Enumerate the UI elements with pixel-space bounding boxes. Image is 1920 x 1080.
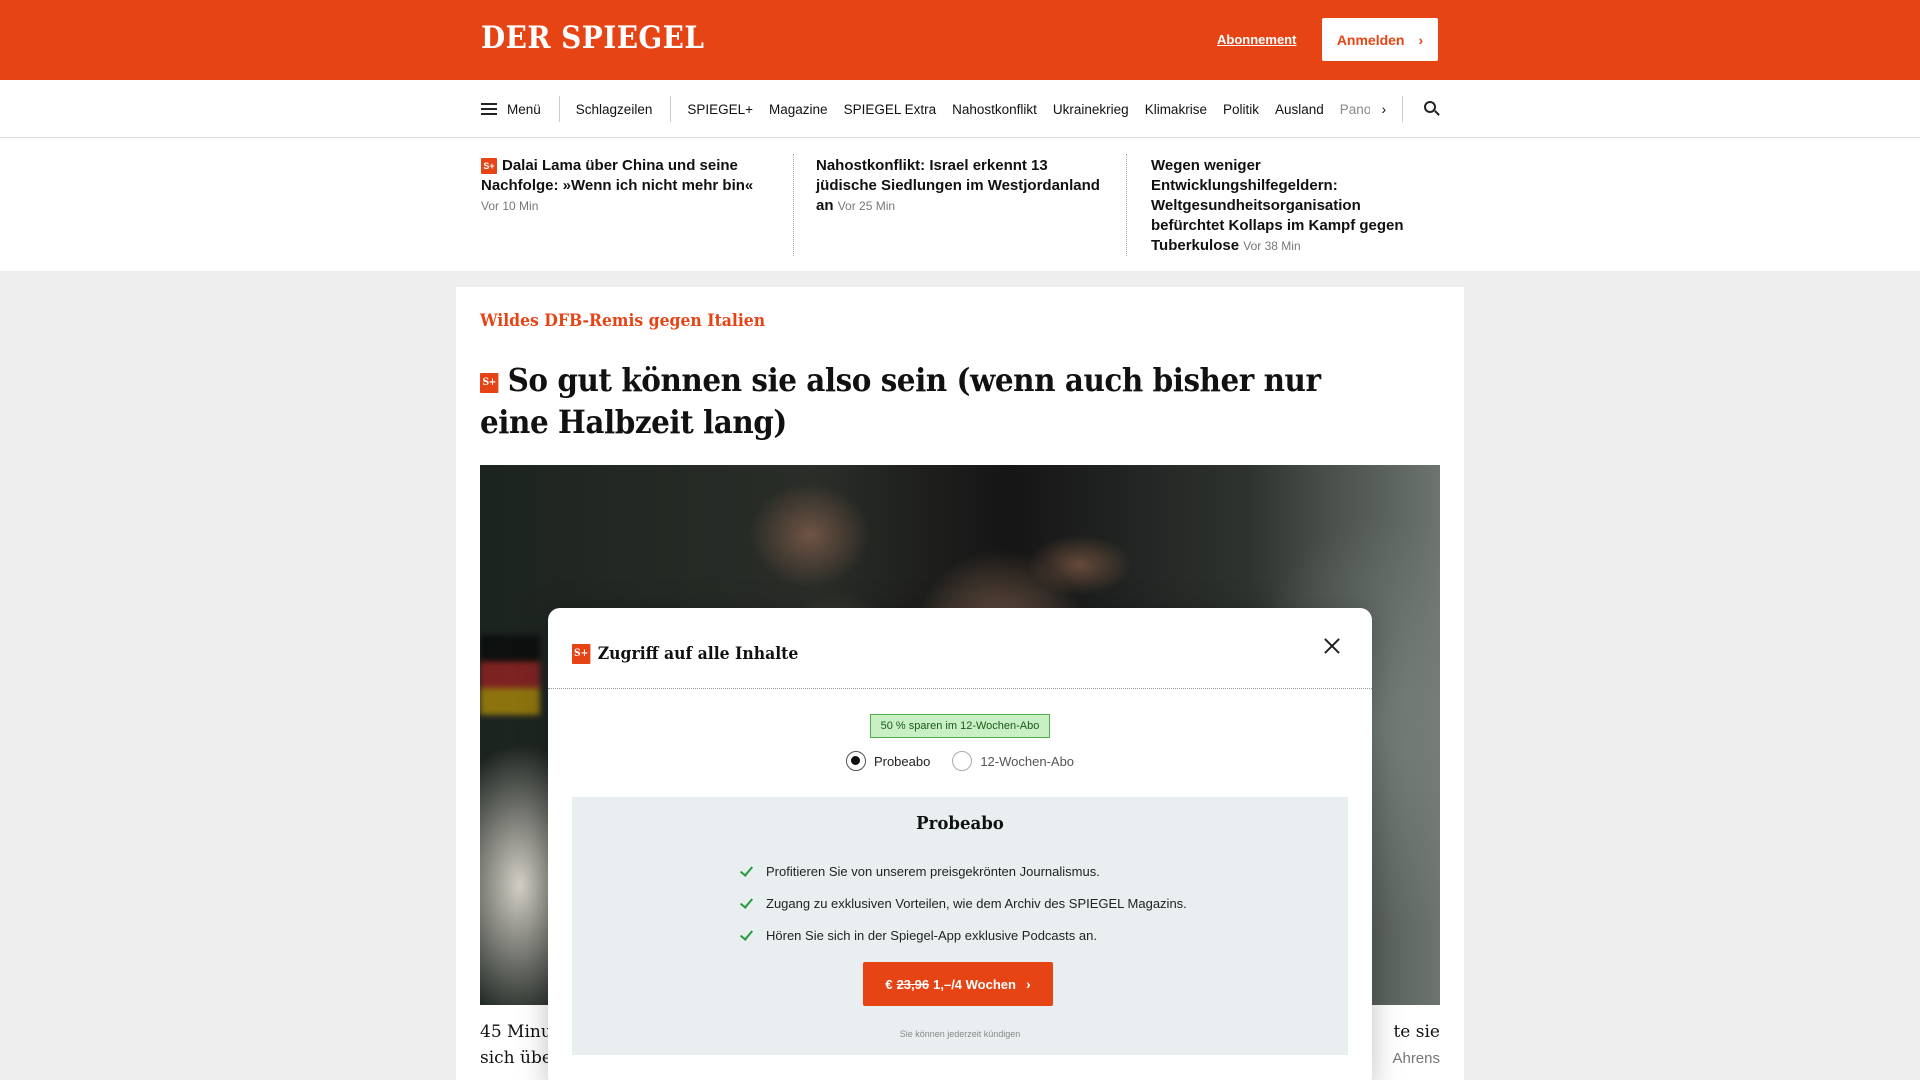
main-nav: Menü Schlagzeilen SPIEGEL+ Magazine SPIE… bbox=[0, 80, 1920, 138]
cta-old-price: 23,96 bbox=[896, 976, 930, 992]
nav-item-spiegel-plus[interactable]: SPIEGEL+ bbox=[679, 102, 761, 117]
nav-item-politik[interactable]: Politik bbox=[1215, 102, 1267, 117]
teaser-line: te sie bbox=[1393, 1022, 1440, 1042]
cancel-note: Sie können jederzeit kündigen bbox=[899, 1029, 1021, 1039]
headline-text: So gut können sie also sein (wenn auch b… bbox=[480, 361, 1321, 441]
ticker-time: Vor 38 Min bbox=[1243, 239, 1301, 253]
radio-button-icon bbox=[845, 751, 866, 771]
ticker-item[interactable]: S+ Dalai Lama über China und seine Nachfo… bbox=[481, 156, 781, 216]
benefit-text: Profitieren Sie von unserem preisgekrönt… bbox=[766, 863, 1100, 879]
paywall-modal: S+ Zugriff auf alle Inhalte 50 % sparen … bbox=[548, 608, 1372, 1080]
modal-title: S+ Zugriff auf alle Inhalte bbox=[572, 644, 798, 664]
ticker-divider bbox=[1126, 154, 1127, 256]
offer-title: Probeabo bbox=[916, 813, 1004, 834]
spiegel-plus-icon: S+ bbox=[480, 373, 499, 393]
menu-label: Menü bbox=[507, 101, 541, 117]
ticker-divider bbox=[793, 154, 794, 256]
search-icon[interactable] bbox=[1423, 100, 1441, 118]
ticker-item[interactable]: Nahostkonflikt: Israel erkennt 13 jüdisc… bbox=[816, 156, 1106, 216]
login-button-label: Anmelden bbox=[1336, 31, 1405, 48]
subscription-link[interactable]: Abonnement bbox=[1217, 32, 1296, 47]
benefit-text: Hören Sie sich in der Spiegel-App exklus… bbox=[766, 927, 1097, 943]
headline-ticker: S+ Dalai Lama über China und seine Nachfo… bbox=[0, 138, 1920, 271]
nav-scroll-right-icon[interactable]: › bbox=[1382, 96, 1404, 122]
nav-item-nahostkonflikt[interactable]: Nahostkonflikt bbox=[944, 102, 1045, 117]
plan-option-probeabo[interactable]: Probeabo bbox=[845, 751, 931, 771]
hamburger-icon bbox=[481, 103, 497, 115]
spiegel-logo[interactable]: DER SPIEGEL bbox=[481, 20, 704, 56]
plan-option-label: 12-Wochen-Abo bbox=[980, 753, 1075, 769]
login-button[interactable]: Anmelden › bbox=[1322, 18, 1438, 61]
cta-new-price: 1,–/4 Wochen bbox=[933, 976, 1016, 992]
teaser-line: 45 Minu bbox=[480, 1022, 552, 1042]
modal-header: S+ Zugriff auf alle Inhalte bbox=[548, 608, 1372, 689]
plan-selector: Probeabo 12-Wochen-Abo bbox=[548, 751, 1372, 771]
menu-button[interactable]: Menü bbox=[481, 96, 560, 122]
offer-panel: Probeabo Profitieren Sie von unserem pre… bbox=[572, 797, 1348, 1055]
nav-item-ukrainekrieg[interactable]: Ukrainekrieg bbox=[1045, 102, 1137, 117]
ticker-item[interactable]: Wegen weniger Entwicklungshilfegeldern: … bbox=[1151, 156, 1421, 256]
close-icon[interactable] bbox=[1322, 636, 1342, 656]
savings-badge: 50 % sparen im 12-Wochen-Abo bbox=[870, 714, 1050, 738]
benefits-list: Profitieren Sie von unserem preisgekrönt… bbox=[738, 855, 1187, 951]
plan-option-label: Probeabo bbox=[873, 753, 931, 769]
article-headline[interactable]: S+ So gut können sie also sein (wenn auch… bbox=[480, 359, 1363, 443]
flag-in-image bbox=[480, 635, 540, 715]
modal-title-text: Zugriff auf alle Inhalte bbox=[597, 644, 799, 664]
nav-item-klimakrise[interactable]: Klimakrise bbox=[1137, 102, 1215, 117]
ticker-title: Dalai Lama über China und seine Nachfolg… bbox=[481, 157, 754, 194]
chevron-right-icon: › bbox=[1418, 31, 1424, 48]
plan-option-12-wochen[interactable]: 12-Wochen-Abo bbox=[952, 751, 1074, 771]
benefit-text: Zugang zu exklusiven Vorteilen, wie dem … bbox=[766, 895, 1187, 911]
nav-item-schlagzeilen[interactable]: Schlagzeilen bbox=[560, 96, 672, 122]
nav-item-panorama[interactable]: Panor bbox=[1332, 102, 1370, 117]
radio-button-icon bbox=[952, 751, 973, 771]
cta-currency: € bbox=[885, 976, 893, 992]
subscribe-cta-button[interactable]: € 23,96 1,–/4 Wochen › bbox=[863, 962, 1053, 1006]
check-icon bbox=[738, 898, 752, 908]
benefit-item: Zugang zu exklusiven Vorteilen, wie dem … bbox=[738, 887, 1187, 919]
ticker-time: Vor 10 Min bbox=[481, 199, 539, 213]
benefit-item: Profitieren Sie von unserem preisgekrönt… bbox=[738, 855, 1187, 887]
nav-item-spiegel-extra[interactable]: SPIEGEL Extra bbox=[836, 102, 945, 117]
article-kicker: Wildes DFB-Remis gegen Italien bbox=[480, 311, 766, 331]
check-icon bbox=[738, 866, 752, 876]
ticker-time: Vor 25 Min bbox=[837, 199, 896, 213]
chevron-right-icon: › bbox=[1025, 976, 1031, 992]
check-icon bbox=[738, 930, 752, 940]
nav-item-ausland[interactable]: Ausland bbox=[1267, 102, 1332, 117]
benefit-item: Hören Sie sich in der Spiegel-App exklus… bbox=[738, 919, 1187, 951]
top-header: DER SPIEGEL Abonnement Anmelden › bbox=[0, 0, 1920, 80]
nav-item-magazine[interactable]: Magazine bbox=[761, 102, 836, 117]
spiegel-plus-icon: S+ bbox=[572, 644, 591, 664]
author-name: Ahrens bbox=[1392, 1050, 1440, 1067]
spiegel-plus-icon: S+ bbox=[481, 158, 497, 174]
